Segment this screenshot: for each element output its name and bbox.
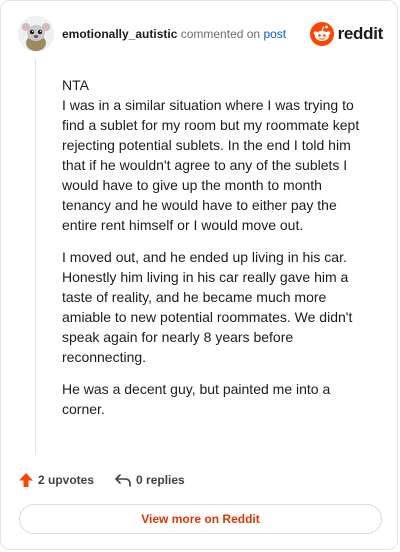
comment-paragraph: I moved out, and he ended up living in h… [62,249,353,365]
thread-line [35,59,36,455]
upvote-arrow-icon [19,473,33,487]
user-avatar[interactable] [18,16,54,52]
upvote-button[interactable]: 2 upvotes [18,472,94,488]
comment-paragraph: NTA I was in a similar situation where I… [62,77,360,233]
commented-on-text: commented on [180,27,261,41]
reply-count: 0 replies [136,473,185,487]
reddit-brand[interactable]: reddit [309,21,384,47]
reddit-wordmark: reddit [337,24,384,43]
comment-header: emotionally_autistic commented on post r… [18,16,383,52]
view-more-label: View more on Reddit [141,512,260,526]
comment-paragraph: He was a decent guy, but painted me into… [62,381,331,417]
snoo-avatar-icon [18,16,54,52]
post-link[interactable]: post [263,27,286,41]
reply-button[interactable]: 0 replies [114,472,185,488]
username-link[interactable]: emotionally_autistic [62,27,177,41]
comment-body: NTA I was in a similar situation where I… [62,75,367,431]
reply-arrow-icon [115,474,131,487]
comment-actions: 2 upvotes 0 replies [18,470,205,490]
comment-card: emotionally_autistic commented on post r… [0,0,398,550]
upvote-count: 2 upvotes [38,473,95,487]
reddit-logo-icon [309,22,334,46]
comment-meta: emotionally_autistic commented on post [62,26,286,42]
view-more-button[interactable]: View more on Reddit [19,504,382,534]
